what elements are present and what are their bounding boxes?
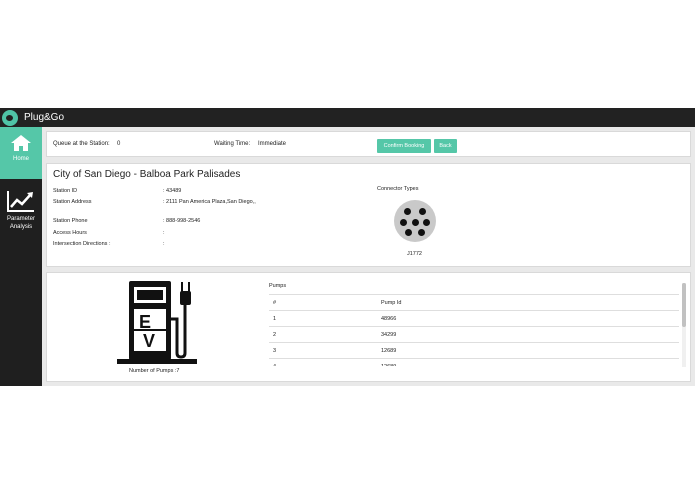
connector-types-title: Connector Types — [377, 186, 419, 192]
home-icon — [11, 135, 31, 151]
back-button[interactable]: Back — [434, 139, 457, 153]
table-cell: 12689 — [381, 348, 397, 354]
scrollbar-thumb[interactable] — [682, 283, 686, 327]
access-hours-label: Access Hours — [53, 230, 87, 236]
queue-label: Queue at the Station: — [53, 141, 110, 147]
table-header: # Pump Id — [269, 294, 679, 310]
trend-chart-icon — [7, 191, 34, 212]
app-title: Plug&Go — [24, 112, 65, 123]
waiting-time-label: Waiting Time: — [214, 141, 251, 147]
table-cell: 4 — [273, 364, 276, 366]
waiting-time-value: Immediate — [258, 141, 287, 147]
sidebar: Home Parameter Analysis — [0, 127, 42, 386]
pumps-table: # Pump Id 1 48966 2 34299 3 12689 4 1 2 — [269, 294, 679, 366]
app-window: Plug&Go Home Parameter Analysis Queue at… — [0, 108, 695, 386]
station-id-label: Station ID — [53, 188, 78, 194]
station-address-label: Station Address — [53, 199, 92, 205]
svg-text:V: V — [143, 331, 155, 351]
plug-logo-icon — [2, 109, 18, 126]
station-details-panel: City of San Diego - Balboa Park Palisade… — [46, 163, 691, 267]
top-bar: Plug&Go — [0, 108, 695, 127]
table-row[interactable]: 2 34299 — [269, 326, 679, 342]
pumps-scrollbar[interactable] — [682, 283, 686, 367]
table-cell: 48966 — [381, 316, 397, 322]
column-header: Pump Id — [381, 300, 402, 306]
table-cell: 34299 — [381, 332, 397, 338]
station-name: City of San Diego - Balboa Park Palisade… — [53, 169, 241, 180]
queue-value: 0 — [117, 141, 121, 147]
table-row[interactable]: 3 12689 — [269, 342, 679, 358]
access-hours-value: : — [163, 230, 165, 236]
table-cell: 2 — [273, 332, 277, 338]
sidebar-item-parameter-analysis[interactable]: Parameter Analysis — [0, 189, 42, 239]
main-content: Queue at the Station: 0 Waiting Time: Im… — [42, 127, 695, 386]
booking-panel: Queue at the Station: 0 Waiting Time: Im… — [46, 131, 691, 157]
sidebar-item-home[interactable]: Home — [0, 127, 42, 179]
station-phone-label: Station Phone — [53, 218, 88, 224]
confirm-booking-button[interactable]: Confirm Booking — [377, 139, 431, 153]
pumps-panel: E V Number of Pumps :7 Pumps # Pump Id 1… — [46, 272, 691, 382]
j1772-connector-icon — [394, 200, 436, 242]
table-cell: 12689 — [381, 364, 396, 366]
column-header: # — [273, 300, 277, 306]
pumps-title: Pumps — [269, 283, 287, 289]
table-row[interactable]: 1 48966 — [269, 310, 679, 326]
table-cell: 3 — [273, 348, 277, 354]
station-phone-value: : 888-998-2546 — [163, 218, 201, 224]
sidebar-item-label: Parameter Analysis — [6, 216, 35, 230]
number-of-pumps: Number of Pumps :7 — [129, 368, 180, 374]
table-cell: 1 — [273, 316, 277, 322]
intersection-directions-value: : — [163, 241, 165, 247]
table-row[interactable]: 4 12689 — [269, 358, 679, 366]
station-address-value: : 2111 Pan America Plaza,San Diego,, — [163, 199, 256, 205]
station-id-value: : 43489 — [163, 188, 182, 194]
ev-charger-icon: E V — [117, 281, 197, 364]
connector-label: J1772 — [407, 251, 422, 257]
sidebar-item-label: Home — [12, 156, 29, 162]
intersection-directions-label: Intersection Directions : — [53, 241, 111, 247]
